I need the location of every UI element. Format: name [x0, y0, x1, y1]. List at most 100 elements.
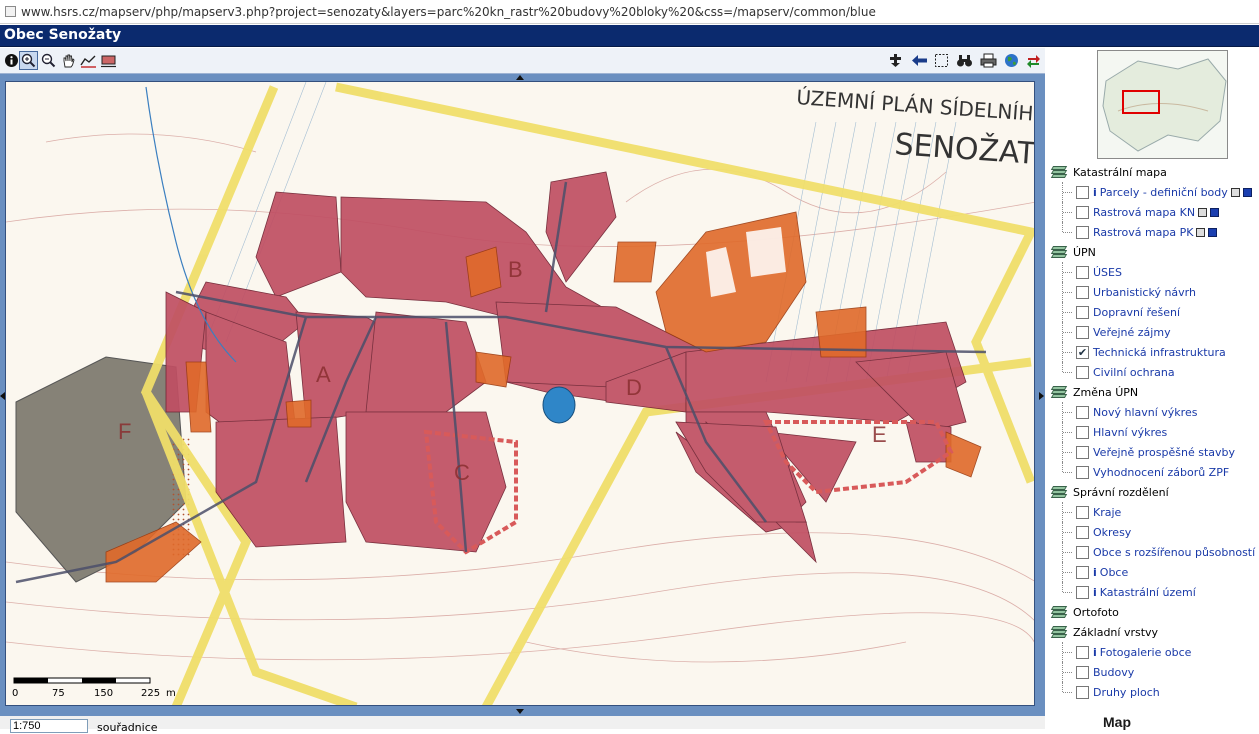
layer-checkbox[interactable]: [1076, 365, 1089, 379]
pan-east-arrow-icon[interactable]: [1039, 392, 1044, 400]
measure-tool-button[interactable]: [79, 51, 98, 70]
layer-label[interactable]: Obce: [1100, 566, 1128, 579]
layer-label[interactable]: Nový hlavní výkres: [1093, 406, 1197, 419]
layer-label[interactable]: Rastrová mapa PK: [1093, 226, 1193, 239]
layer-label[interactable]: Budovy: [1093, 666, 1134, 679]
layer-checkbox[interactable]: ✔: [1076, 345, 1089, 359]
layer-checkbox[interactable]: [1076, 225, 1089, 239]
layer-legend-icon[interactable]: [1196, 227, 1206, 237]
layer-item[interactable]: Obce s rozšířenou působností: [1049, 542, 1259, 562]
layer-label[interactable]: Urbanistický návrh: [1093, 286, 1196, 299]
layer-item[interactable]: Druhy ploch: [1049, 682, 1259, 702]
layer-label[interactable]: Veřejné zájmy: [1093, 326, 1171, 339]
layer-item[interactable]: i Katastrální území: [1049, 582, 1259, 602]
layer-label[interactable]: Rastrová mapa KN: [1093, 206, 1195, 219]
layer-checkbox[interactable]: [1076, 405, 1089, 419]
layer-info-icon[interactable]: i: [1093, 646, 1097, 659]
layer-checkbox[interactable]: [1076, 425, 1089, 439]
layer-checkbox[interactable]: [1076, 525, 1089, 539]
layer-checkbox[interactable]: [1076, 205, 1089, 219]
layer-label[interactable]: Dopravní řešení: [1093, 306, 1180, 319]
layer-label[interactable]: Kraje: [1093, 506, 1121, 519]
layer-label[interactable]: Parcely - definiční body: [1100, 186, 1228, 199]
layer-group[interactable]: Základní vrstvy: [1049, 622, 1259, 642]
layer-group[interactable]: Katastrální mapa: [1049, 162, 1259, 182]
layer-item[interactable]: Nový hlavní výkres: [1049, 402, 1259, 422]
reference-map[interactable]: [1097, 50, 1228, 159]
layer-label[interactable]: ÚSES: [1093, 266, 1122, 279]
layer-label[interactable]: Fotogalerie obce: [1100, 646, 1192, 659]
layer-checkbox[interactable]: [1076, 265, 1089, 279]
layer-checkbox[interactable]: [1076, 565, 1089, 579]
layer-checkbox[interactable]: [1076, 325, 1089, 339]
layer-legend-icon[interactable]: [1230, 187, 1240, 197]
layer-item[interactable]: i Fotogalerie obce: [1049, 642, 1259, 662]
layer-item[interactable]: ✔ Technická infrastruktura: [1049, 342, 1259, 362]
map-canvas[interactable]: A B C D E F ÚZEMNÍ PLÁN SÍDELNÍHO SENOŽA…: [5, 81, 1035, 706]
search-tool-button[interactable]: [955, 51, 974, 70]
pan-north-arrow-icon[interactable]: [516, 75, 524, 80]
layer-item[interactable]: Urbanistický návrh: [1049, 282, 1259, 302]
layer-info-icon[interactable]: i: [1093, 586, 1097, 599]
layer-metadata-icon[interactable]: [1208, 227, 1218, 237]
layer-label[interactable]: Civilní ochrana: [1093, 366, 1175, 379]
layer-label[interactable]: Obce s rozšířenou působností: [1093, 546, 1255, 559]
layer-label[interactable]: Technická infrastruktura: [1093, 346, 1226, 359]
print-tool-button[interactable]: [979, 51, 998, 70]
layer-item[interactable]: Kraje: [1049, 502, 1259, 522]
globe-tool-button[interactable]: [1002, 51, 1021, 70]
layer-info-icon[interactable]: i: [1093, 566, 1097, 579]
layer-item[interactable]: Veřejné zájmy: [1049, 322, 1259, 342]
layer-checkbox[interactable]: [1076, 505, 1089, 519]
layer-checkbox[interactable]: [1076, 665, 1089, 679]
layer-metadata-icon[interactable]: [1210, 207, 1220, 217]
layer-item[interactable]: Dopravní řešení: [1049, 302, 1259, 322]
url-text[interactable]: www.hsrs.cz/mapserv/php/mapserv3.php?pro…: [21, 5, 876, 19]
zoom-out-tool-button[interactable]: [39, 51, 58, 70]
layer-checkbox[interactable]: [1076, 685, 1089, 699]
layer-item[interactable]: Vyhodnocení záborů ZPF: [1049, 462, 1259, 482]
select-tool-button[interactable]: [932, 51, 951, 70]
pan-tool-button[interactable]: [59, 51, 78, 70]
layer-legend-icon[interactable]: [1198, 207, 1208, 217]
layer-checkbox[interactable]: [1076, 285, 1089, 299]
zoom-in-tool-button[interactable]: [19, 51, 38, 70]
layer-checkbox[interactable]: [1076, 465, 1089, 479]
layer-checkbox[interactable]: [1076, 585, 1089, 599]
refresh-tool-button[interactable]: [1024, 51, 1043, 70]
pan-south-arrow-icon[interactable]: [516, 709, 524, 714]
layer-item[interactable]: ÚSES: [1049, 262, 1259, 282]
layer-label[interactable]: Druhy ploch: [1093, 686, 1160, 699]
layer-item[interactable]: Veřejně prospěšné stavby: [1049, 442, 1259, 462]
layer-info-icon[interactable]: i: [1093, 186, 1097, 199]
layer-label[interactable]: Okresy: [1093, 526, 1131, 539]
layer-group[interactable]: ÚPN: [1049, 242, 1259, 262]
layer-checkbox[interactable]: [1076, 185, 1089, 199]
layer-label[interactable]: Veřejně prospěšné stavby: [1093, 446, 1235, 459]
layer-item[interactable]: Rastrová mapa PK: [1049, 222, 1259, 242]
layer-checkbox[interactable]: [1076, 545, 1089, 559]
layer-checkbox[interactable]: [1076, 305, 1089, 319]
layer-label[interactable]: Vyhodnocení záborů ZPF: [1093, 466, 1229, 479]
layer-group[interactable]: Změna ÚPN: [1049, 382, 1259, 402]
layer-item[interactable]: Civilní ochrana: [1049, 362, 1259, 382]
layer-label[interactable]: Hlavní výkres: [1093, 426, 1167, 439]
scale-input[interactable]: [10, 719, 88, 733]
layer-item[interactable]: i Parcely - definiční body: [1049, 182, 1259, 202]
back-tool-button[interactable]: [910, 51, 929, 70]
layer-group[interactable]: Správní rozdělení: [1049, 482, 1259, 502]
browser-address-bar[interactable]: www.hsrs.cz/mapserv/php/mapserv3.php?pro…: [0, 0, 1259, 24]
layer-item[interactable]: i Obce: [1049, 562, 1259, 582]
layer-item[interactable]: Budovy: [1049, 662, 1259, 682]
layer-item[interactable]: Okresy: [1049, 522, 1259, 542]
layers-icon: [1050, 246, 1068, 258]
layer-label[interactable]: Katastrální území: [1100, 586, 1196, 599]
layer-checkbox[interactable]: [1076, 445, 1089, 459]
layer-item[interactable]: Hlavní výkres: [1049, 422, 1259, 442]
layer-item[interactable]: Rastrová mapa KN: [1049, 202, 1259, 222]
layer-checkbox[interactable]: [1076, 645, 1089, 659]
area-tool-button[interactable]: [99, 51, 118, 70]
layer-metadata-icon[interactable]: [1242, 187, 1252, 197]
add-tool-button[interactable]: [886, 51, 905, 70]
layer-group[interactable]: Ortofoto: [1049, 602, 1259, 622]
